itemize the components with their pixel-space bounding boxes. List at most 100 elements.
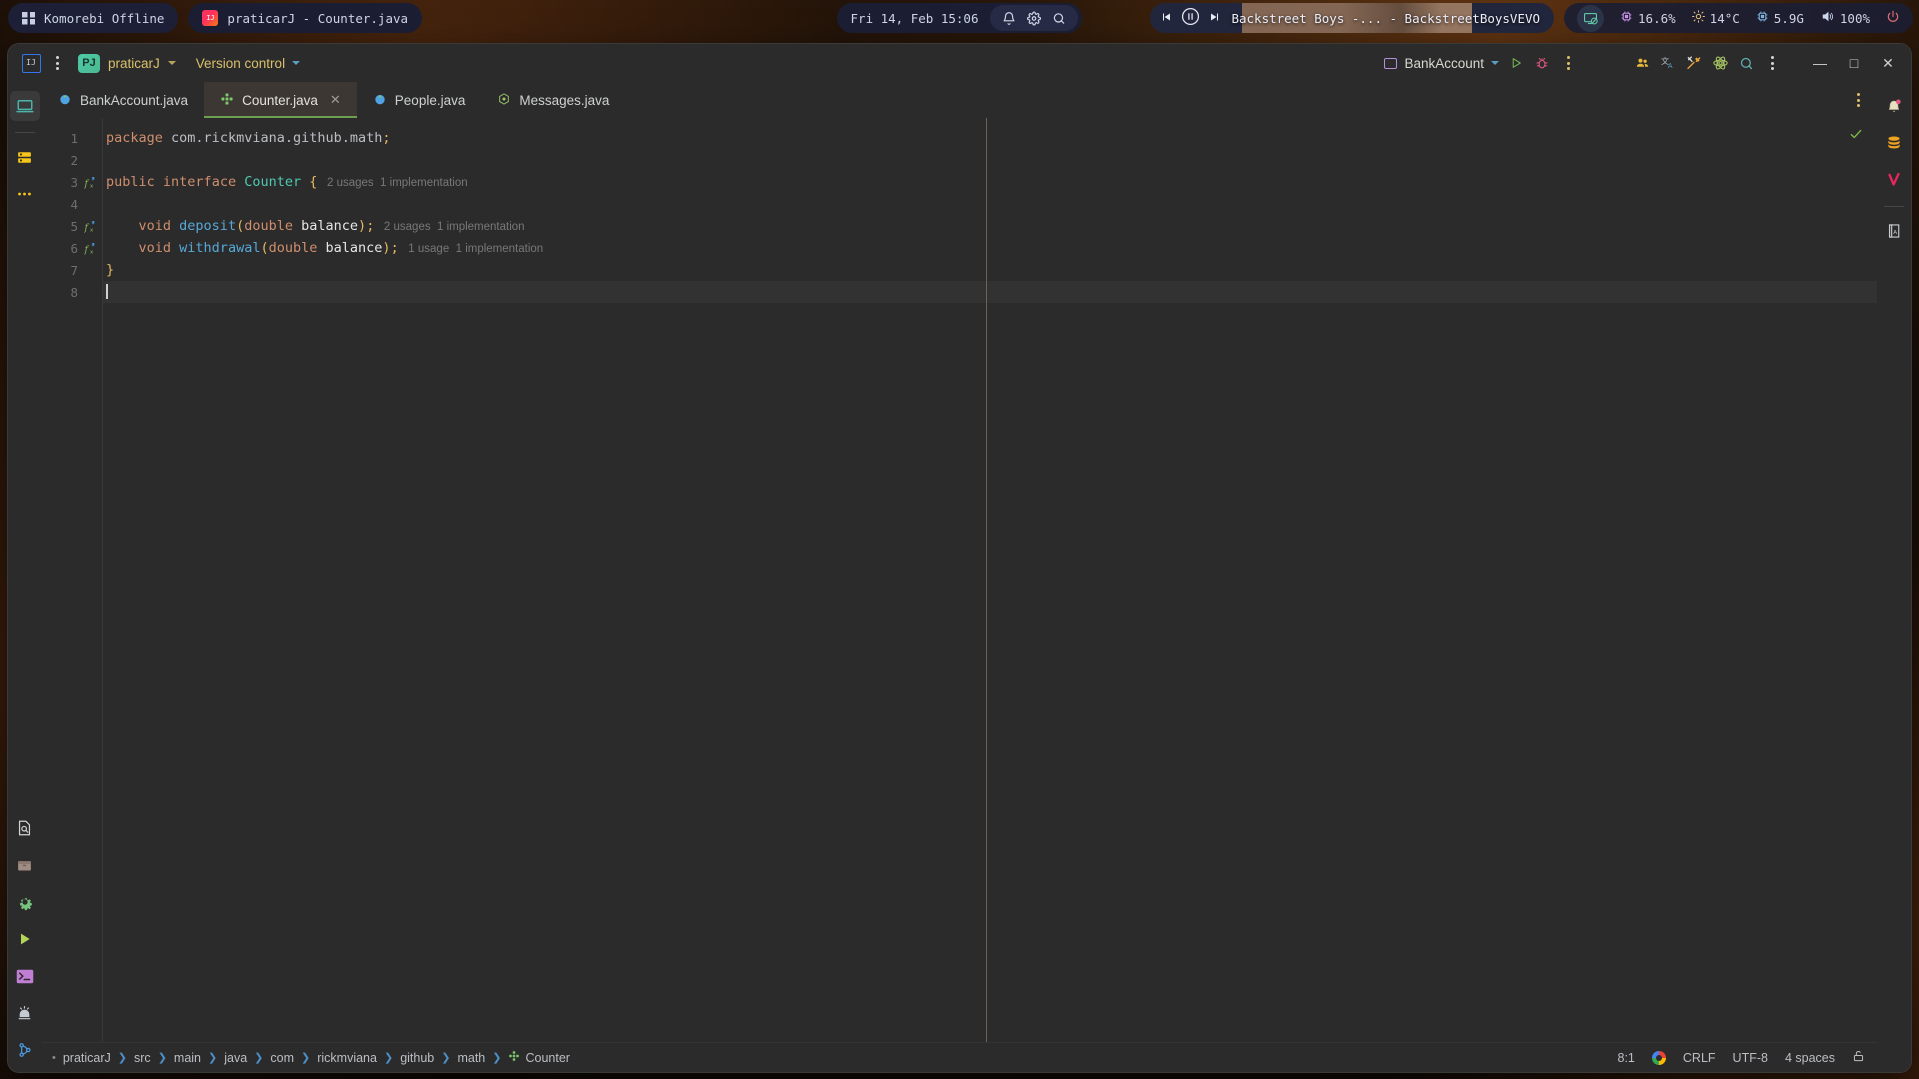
breadcrumb-item[interactable]: src <box>134 1051 151 1065</box>
breadcrumb-item[interactable]: main <box>174 1051 201 1065</box>
translate-icon[interactable]: 文 A <box>1655 50 1681 76</box>
implementing-method-marker-icon[interactable]: fx <box>83 241 97 255</box>
breadcrumb-item[interactable]: github <box>400 1051 434 1065</box>
google-icon[interactable] <box>1651 1050 1666 1065</box>
git-branch-icon[interactable] <box>10 1035 40 1065</box>
code-editor[interactable]: 1 2 3 fx 4 5 fx 6 f x 7 8 package com.ri… <box>42 118 1877 1042</box>
tab-people-java[interactable]: People.java <box>357 82 482 118</box>
more-options-icon[interactable] <box>1555 50 1581 76</box>
code-line[interactable] <box>103 281 1877 303</box>
tab-options-icon[interactable] <box>1845 87 1871 113</box>
project-icon[interactable] <box>9 91 40 121</box>
editor-gutter[interactable]: 1 2 3 fx 4 5 fx 6 f x 7 8 <box>42 118 102 1042</box>
breadcrumb-item[interactable]: rickmviana <box>317 1051 377 1065</box>
collaborate-icon[interactable] <box>1629 50 1655 76</box>
more-tool-windows-icon[interactable] <box>10 179 40 209</box>
close-tab-icon[interactable]: ✕ <box>330 92 341 108</box>
breadcrumb-item[interactable]: com <box>270 1051 294 1065</box>
tab-messages-java[interactable]: Messages.java <box>481 82 625 118</box>
breadcrumb-bullet: • <box>52 1051 56 1064</box>
commit-icon[interactable] <box>10 142 40 172</box>
settings-icon[interactable] <box>10 887 40 917</box>
encoding[interactable]: UTF-8 <box>1733 1051 1768 1065</box>
media-player-tray[interactable]: Backstreet Boys -... - BackstreetBoysVEV… <box>1150 3 1555 33</box>
ide-body: BankAccount.java Counter.java ✕ People.j… <box>8 82 1911 1072</box>
version-control-menu[interactable]: Version control <box>196 56 301 71</box>
code-line[interactable]: public interface Counter { 2 usages 1 im… <box>103 171 1877 193</box>
gear-icon[interactable] <box>1027 11 1042 26</box>
inlay-hint[interactable]: 1 implementation <box>374 177 468 189</box>
code-line[interactable]: void withdrawal(double balance); 1 usage… <box>103 237 1877 259</box>
inlay-hint[interactable]: 1 implementation <box>431 221 525 233</box>
tab-bankaccount-java[interactable]: BankAccount.java <box>42 82 204 118</box>
more-vertical-icon[interactable] <box>1759 50 1785 76</box>
intellij-idea-icon[interactable]: IJ <box>18 50 44 76</box>
workspace-indicator[interactable]: Komorebi Offline <box>8 3 179 33</box>
breadcrumb-item[interactable]: Counter <box>525 1051 569 1065</box>
inspections-ok-check[interactable] <box>1849 127 1863 146</box>
build-tools-icon[interactable] <box>1681 50 1707 76</box>
breadcrumb[interactable]: • praticarJ ❯ src ❯ main ❯ java ❯ com ❯ … <box>52 1050 570 1065</box>
find-icon[interactable] <box>10 813 40 843</box>
minimize-button[interactable]: — <box>1803 50 1837 76</box>
code-token: void <box>138 240 172 256</box>
atom-ai-icon[interactable] <box>1707 50 1733 76</box>
active-window-indicator[interactable]: praticarJ - Counter.java <box>188 3 423 33</box>
code-token: ) <box>358 218 367 234</box>
pause-icon[interactable] <box>1181 7 1200 29</box>
breadcrumb-item[interactable]: java <box>224 1051 247 1065</box>
bell-icon[interactable] <box>1002 11 1016 26</box>
line-separator[interactable]: CRLF <box>1683 1051 1716 1065</box>
chevron-right-icon: ❯ <box>441 1052 451 1064</box>
code-host[interactable]: package com.rickmviana.github.math; publi… <box>103 127 1877 303</box>
cpu-value: 16.6% <box>1638 10 1676 26</box>
terminal-icon[interactable] <box>10 961 40 991</box>
breadcrumb-item[interactable]: praticarJ <box>63 1051 111 1065</box>
search-everywhere-icon[interactable] <box>1733 50 1759 76</box>
indent[interactable]: 4 spaces <box>1785 1051 1835 1065</box>
maximize-button[interactable]: □ <box>1837 50 1871 76</box>
problems-icon[interactable] <box>10 998 40 1028</box>
hamburger-menu-icon[interactable] <box>44 50 70 76</box>
gutter-line: 6 fx <box>42 237 102 259</box>
run-configuration-selector[interactable]: BankAccount <box>1384 56 1499 71</box>
tab-counter-java[interactable]: Counter.java ✕ <box>204 82 357 118</box>
code-line[interactable]: void deposit(double balance); 2 usages 1… <box>103 215 1877 237</box>
svg-text:A: A <box>1667 61 1672 69</box>
inlay-hint[interactable]: 1 implementation <box>449 243 544 255</box>
next-track-icon[interactable] <box>1209 11 1221 26</box>
previous-track-icon[interactable] <box>1160 11 1172 26</box>
search-icon[interactable] <box>1052 11 1066 26</box>
temperature-value: 14°C <box>1709 10 1740 26</box>
inlay-hint[interactable]: 2 usages <box>317 177 374 189</box>
code-line[interactable]: package com.rickmviana.github.math; <box>103 127 1877 149</box>
code-line[interactable] <box>103 149 1877 171</box>
implementing-method-marker-icon[interactable]: fx <box>83 219 97 233</box>
volume-stat[interactable]: 100% <box>1820 10 1870 26</box>
power-icon[interactable] <box>1886 9 1900 27</box>
package-icon[interactable] <box>10 850 40 880</box>
inlay-hint[interactable]: 2 usages <box>374 221 431 233</box>
code-lines[interactable]: package com.rickmviana.github.math; publi… <box>102 118 1877 1042</box>
inlay-hint[interactable]: 1 usage <box>399 243 449 255</box>
database-icon[interactable] <box>1879 128 1909 158</box>
run-tool-icon[interactable] <box>10 924 40 954</box>
code-line[interactable] <box>103 193 1877 215</box>
implementing-method-marker-icon[interactable]: fx <box>83 175 97 189</box>
java-record-icon <box>497 92 511 109</box>
caret-position[interactable]: 8:1 <box>1618 1051 1635 1065</box>
display-off-icon[interactable] <box>1577 4 1605 32</box>
project-badge: PJ <box>78 53 100 73</box>
code-line[interactable]: } <box>103 259 1877 281</box>
translation-icon[interactable]: A <box>1879 216 1909 246</box>
tab-label: Messages.java <box>519 92 610 108</box>
run-icon[interactable] <box>1503 50 1529 76</box>
close-button[interactable]: ✕ <box>1871 50 1905 76</box>
vercel-icon[interactable] <box>1879 165 1909 195</box>
debug-icon[interactable] <box>1529 50 1555 76</box>
unlocked-icon[interactable] <box>1852 1049 1865 1066</box>
project-selector[interactable]: PJ praticarJ <box>78 53 176 73</box>
notifications-icon[interactable] <box>1879 91 1909 121</box>
breadcrumb-item[interactable]: math <box>457 1051 485 1065</box>
